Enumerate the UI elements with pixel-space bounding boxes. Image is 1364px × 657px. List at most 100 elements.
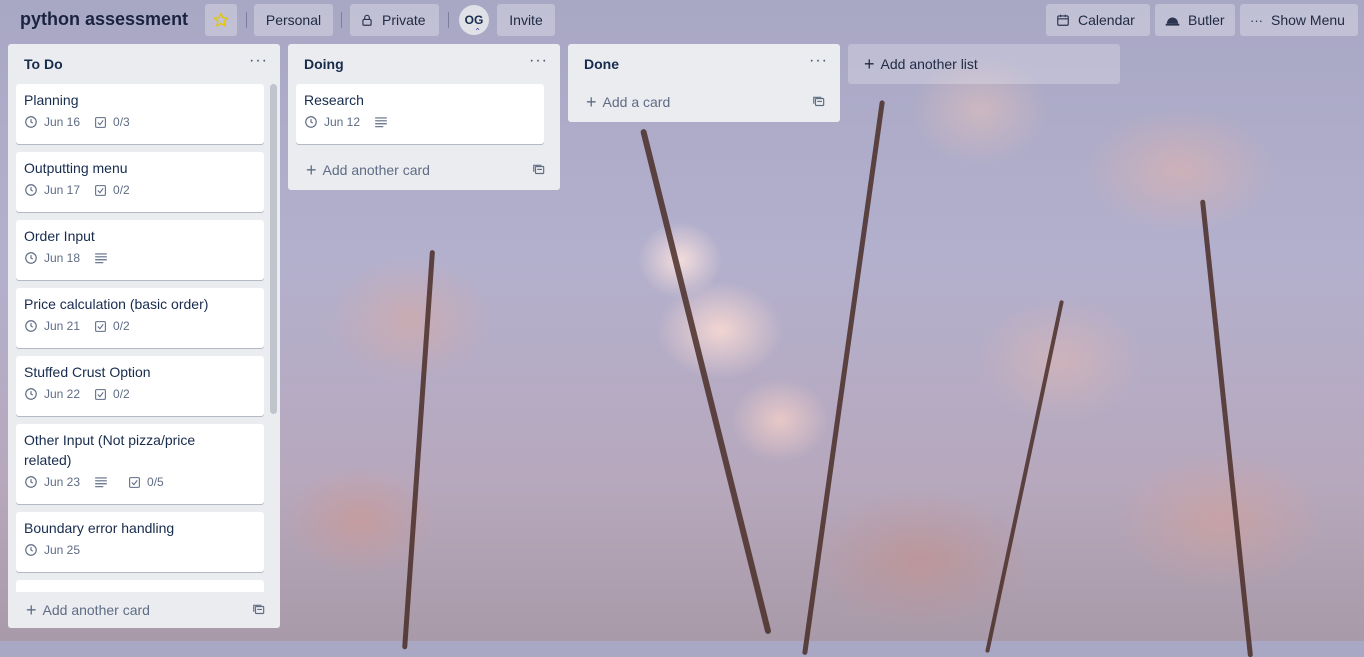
card-template-icon[interactable] bbox=[812, 95, 826, 109]
description-badge bbox=[94, 252, 114, 264]
clock-icon bbox=[25, 388, 37, 400]
due-date-text: Jun 18 bbox=[44, 251, 81, 265]
card-title: Research bbox=[304, 92, 364, 108]
checklist-count: 0/2 bbox=[113, 319, 130, 333]
card-stuffed-crust-option[interactable]: Stuffed Crust Option Jun 22 0/2 bbox=[16, 356, 264, 416]
checklist-icon bbox=[95, 116, 106, 128]
checklist-count: 0/2 bbox=[113, 387, 130, 401]
list-title[interactable]: To Do bbox=[24, 56, 63, 72]
calendar-icon bbox=[1057, 14, 1069, 26]
due-date-text: Jun 16 bbox=[44, 115, 81, 129]
list-header: To Do ··· bbox=[8, 44, 280, 84]
plus-icon: + bbox=[864, 53, 875, 74]
card-price-calculation[interactable]: Price calculation (basic order) Jun 21 0… bbox=[16, 288, 264, 348]
list-title[interactable]: Done bbox=[584, 56, 619, 72]
list-to-do: To Do ··· Planning Jun 16 0/3 Outputting… bbox=[8, 44, 280, 628]
list-menu-icon[interactable]: ··· bbox=[809, 52, 828, 70]
card-boundary-error-handling[interactable]: Boundary error handling Jun 25 bbox=[16, 512, 264, 572]
list-menu-icon[interactable]: ··· bbox=[529, 52, 548, 70]
list-header: Done ··· bbox=[568, 44, 840, 84]
background-branch bbox=[802, 100, 885, 656]
due-date-text: Jun 25 bbox=[44, 543, 81, 557]
privacy-label: Private bbox=[382, 12, 426, 28]
header-divider bbox=[448, 12, 449, 28]
clock-icon bbox=[25, 252, 37, 264]
team-visibility-button[interactable]: Personal bbox=[254, 4, 333, 36]
background-branch bbox=[1200, 199, 1254, 657]
list-title[interactable]: Doing bbox=[304, 56, 344, 72]
due-date-badge: Jun 23 bbox=[24, 475, 80, 489]
checklist-icon bbox=[129, 476, 140, 488]
card-planning[interactable]: Planning Jun 16 0/3 bbox=[16, 84, 264, 144]
clock-icon bbox=[25, 116, 37, 128]
clock-icon bbox=[25, 544, 37, 556]
privacy-button[interactable]: Private bbox=[350, 4, 439, 36]
card-partial[interactable] bbox=[16, 580, 264, 592]
plus-icon: + bbox=[26, 600, 37, 620]
card-title: Price calculation (basic order) bbox=[24, 296, 209, 312]
card-template-icon[interactable] bbox=[532, 163, 546, 177]
list-header: Doing ··· bbox=[288, 44, 560, 84]
due-date-text: Jun 21 bbox=[44, 319, 81, 333]
checklist-icon bbox=[95, 320, 106, 332]
due-date-text: Jun 23 bbox=[44, 475, 81, 489]
calendar-button[interactable]: Calendar bbox=[1046, 4, 1150, 36]
add-card-button[interactable]: + Add another card bbox=[288, 152, 560, 188]
clock-icon bbox=[25, 320, 37, 332]
member-initials: OG bbox=[464, 13, 484, 27]
due-date-badge: Jun 12 bbox=[304, 115, 360, 129]
add-list-button[interactable]: + Add another list bbox=[848, 44, 1120, 84]
clock-icon bbox=[305, 116, 317, 128]
add-card-button[interactable]: + Add a card bbox=[568, 84, 840, 120]
member-avatar[interactable]: OG ⌃ bbox=[459, 5, 489, 36]
card-title: Boundary error handling bbox=[24, 520, 175, 536]
butler-icon bbox=[1165, 17, 1180, 26]
star-icon bbox=[213, 12, 229, 27]
add-list-label: Add another list bbox=[880, 56, 978, 72]
calendar-label: Calendar bbox=[1078, 12, 1135, 28]
checklist-count: 0/3 bbox=[113, 115, 130, 129]
clock-icon bbox=[25, 184, 37, 196]
list-doing: Doing ··· Research Jun 12 + Add another … bbox=[288, 44, 560, 190]
background-branch bbox=[402, 250, 435, 650]
list-done: Done ··· + Add a card bbox=[568, 44, 840, 122]
background-branch bbox=[985, 300, 1064, 653]
checklist-count: 0/2 bbox=[113, 183, 130, 197]
card-order-input[interactable]: Order Input Jun 18 bbox=[16, 220, 264, 280]
checklist-icon bbox=[95, 388, 106, 400]
team-visibility-label: Personal bbox=[265, 12, 322, 28]
card-template-icon[interactable] bbox=[252, 603, 266, 617]
card-title: Order Input bbox=[24, 228, 95, 244]
card-outputting-menu[interactable]: Outputting menu Jun 17 0/2 bbox=[16, 152, 264, 212]
card-container: Planning Jun 16 0/3 Outputting menu Jun … bbox=[8, 84, 280, 592]
add-card-button[interactable]: + Add another card bbox=[8, 592, 280, 628]
description-icon bbox=[375, 117, 387, 128]
description-icon bbox=[95, 477, 107, 488]
star-button[interactable] bbox=[205, 4, 237, 36]
show-menu-label: Show Menu bbox=[1271, 12, 1345, 28]
butler-label: Butler bbox=[1188, 12, 1225, 28]
board-title[interactable]: python assessment bbox=[20, 9, 188, 30]
description-badge bbox=[374, 116, 394, 128]
plus-icon: + bbox=[586, 92, 597, 112]
background-branch bbox=[640, 128, 772, 635]
plus-icon: + bbox=[306, 160, 317, 180]
due-date-badge: Jun 17 bbox=[24, 183, 80, 197]
header-divider bbox=[341, 12, 342, 28]
clock-icon bbox=[25, 476, 37, 488]
invite-button[interactable]: Invite bbox=[497, 4, 555, 36]
admin-chevron-icon: ⌃ bbox=[474, 27, 481, 36]
checklist-badge: 0/2 bbox=[94, 387, 130, 401]
card-title: Other Input (Not pizza/price related) bbox=[24, 432, 196, 468]
more-icon: ··· bbox=[1250, 12, 1263, 28]
card-other-input[interactable]: Other Input (Not pizza/price related) Ju… bbox=[16, 424, 264, 504]
card-research[interactable]: Research Jun 12 bbox=[296, 84, 544, 144]
butler-button[interactable]: Butler bbox=[1155, 4, 1235, 36]
checklist-count: 0/5 bbox=[147, 475, 164, 489]
add-card-label: Add a card bbox=[602, 94, 671, 110]
show-menu-button[interactable]: ··· Show Menu bbox=[1240, 4, 1358, 36]
list-menu-icon[interactable]: ··· bbox=[249, 52, 268, 70]
due-date-text: Jun 12 bbox=[324, 115, 361, 129]
add-card-label: Add another card bbox=[42, 602, 150, 618]
card-title: Planning bbox=[24, 92, 79, 108]
